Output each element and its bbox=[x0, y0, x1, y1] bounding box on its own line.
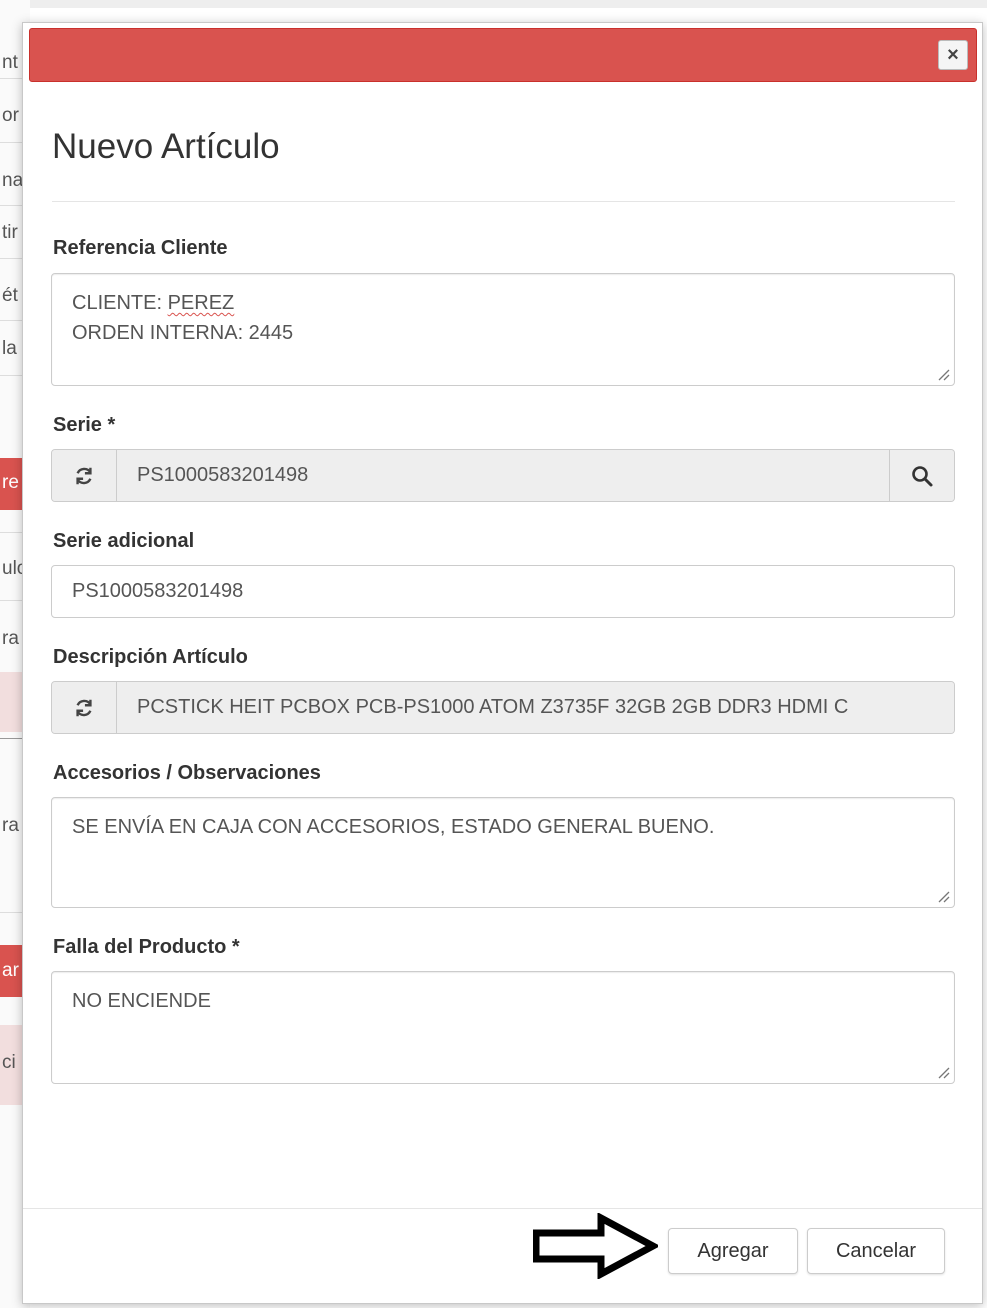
referencia-textarea[interactable]: CLIENTE: PEREZ ORDEN INTERNA: 2445 bbox=[51, 273, 955, 386]
title-divider bbox=[52, 201, 955, 202]
referencia-line1-name: PEREZ bbox=[167, 292, 235, 314]
modal-title: Nuevo Artículo bbox=[52, 127, 280, 166]
accesorios-text: SE ENVÍA EN CAJA CON ACCESORIOS, ESTADO … bbox=[72, 816, 715, 838]
close-button[interactable]: × bbox=[938, 40, 968, 70]
refresh-icon bbox=[76, 699, 92, 716]
add-button[interactable]: Agregar bbox=[668, 1228, 798, 1274]
serie-input-group: PS1000583201498 bbox=[51, 449, 955, 502]
serie-refresh-button[interactable] bbox=[52, 450, 117, 501]
falla-textarea[interactable]: NO ENCIENDE bbox=[51, 971, 955, 1084]
accesorios-textarea[interactable]: SE ENVÍA EN CAJA CON ACCESORIOS, ESTADO … bbox=[51, 797, 955, 908]
descripcion-value: PCSTICK HEIT PCBOX PCB-PS1000 ATOM Z3735… bbox=[117, 682, 954, 733]
close-icon: × bbox=[947, 44, 959, 66]
footer-divider bbox=[23, 1208, 982, 1209]
modal-header-bar: × bbox=[29, 28, 977, 82]
refresh-icon bbox=[76, 467, 92, 484]
referencia-line1-prefix: CLIENTE: bbox=[72, 292, 168, 314]
descripcion-refresh-button[interactable] bbox=[52, 682, 117, 733]
falla-label: Falla del Producto * bbox=[53, 936, 240, 958]
serie-adicional-label: Serie adicional bbox=[53, 530, 195, 552]
serie-adicional-input[interactable]: PS1000583201498 bbox=[51, 565, 955, 618]
accesorios-label: Accesorios / Observaciones bbox=[53, 762, 321, 784]
referencia-line2: ORDEN INTERNA: 2445 bbox=[72, 322, 294, 344]
new-article-modal: × Nuevo Artículo Referencia Cliente CLIE… bbox=[22, 22, 983, 1304]
arrow-right-icon bbox=[533, 1213, 658, 1279]
resize-grip-icon[interactable] bbox=[936, 889, 950, 903]
serie-label: Serie * bbox=[53, 414, 116, 436]
resize-grip-icon[interactable] bbox=[936, 1065, 950, 1079]
page-background-top bbox=[0, 0, 987, 8]
descripcion-input-group: PCSTICK HEIT PCBOX PCB-PS1000 ATOM Z3735… bbox=[51, 681, 955, 734]
falla-text: NO ENCIENDE bbox=[72, 990, 211, 1012]
descripcion-label: Descripción Artículo bbox=[53, 646, 248, 668]
resize-grip-icon[interactable] bbox=[936, 367, 950, 381]
serie-search-button[interactable] bbox=[889, 450, 954, 501]
serie-value: PS1000583201498 bbox=[117, 450, 889, 501]
search-icon bbox=[912, 465, 933, 486]
cancel-button[interactable]: Cancelar bbox=[807, 1228, 945, 1274]
referencia-label: Referencia Cliente bbox=[53, 237, 228, 259]
